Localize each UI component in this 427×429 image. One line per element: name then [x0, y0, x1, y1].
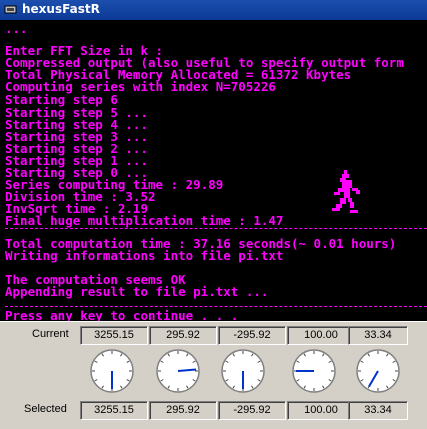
- current-value-4: 100.00: [287, 326, 355, 345]
- console-line: Writing informations into file pi.txt: [5, 248, 284, 263]
- app-icon: [4, 5, 17, 14]
- clock-gauge-icon: [292, 349, 336, 393]
- selected-label: Selected: [24, 403, 67, 415]
- current-value-2: 295.92: [149, 326, 217, 345]
- selected-value-3: -295.92: [218, 401, 286, 420]
- title-bar[interactable]: hexusFastR: [0, 0, 427, 21]
- window-title: hexusFastR: [22, 2, 100, 16]
- current-value-1: 3255.15: [80, 326, 148, 345]
- clock-gauge-icon: [90, 349, 134, 393]
- sensor-panel: Current 3255.15 295.92 -295.92 100.00 33…: [0, 321, 427, 429]
- console-line: Appending result to file pi.txt ...: [5, 284, 269, 299]
- selected-value-5: 33.34: [348, 401, 408, 420]
- clock-gauge-icon: [156, 349, 200, 393]
- console-separator: [5, 228, 427, 229]
- current-value-5: 33.34: [348, 326, 408, 345]
- console-separator: [5, 306, 427, 307]
- clock-gauge-icon: [356, 349, 400, 393]
- clock-gauge-icon: [221, 349, 265, 393]
- ascii-figure-icon: [332, 170, 360, 213]
- console-line: Final huge multiplication time : 1.47: [5, 213, 284, 228]
- console-line: Press any key to continue . . .: [5, 308, 239, 321]
- current-label: Current: [32, 328, 69, 340]
- selected-value-4: 100.00: [287, 401, 355, 420]
- current-value-3: -295.92: [218, 326, 286, 345]
- selected-value-2: 295.92: [149, 401, 217, 420]
- console-line: ...: [5, 21, 28, 36]
- selected-value-1: 3255.15: [80, 401, 148, 420]
- console-output[interactable]: ... Enter FFT Size in k : Compressed out…: [0, 20, 427, 321]
